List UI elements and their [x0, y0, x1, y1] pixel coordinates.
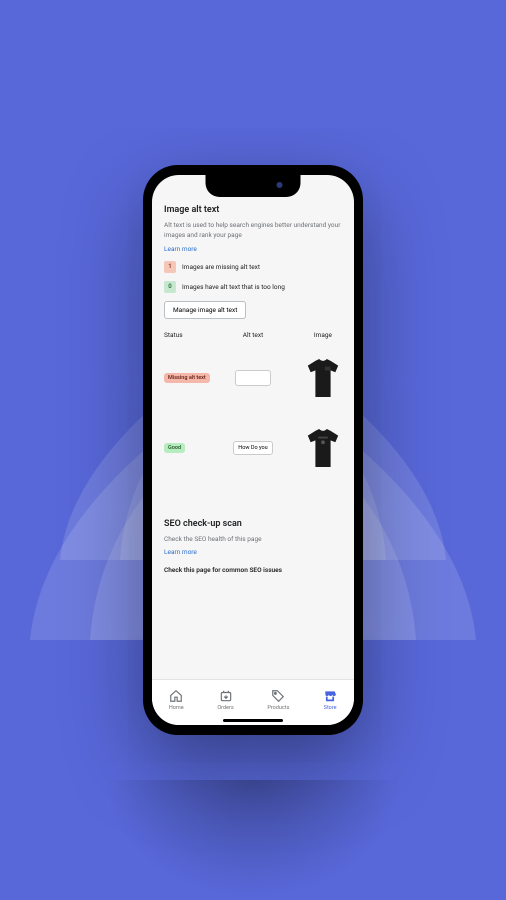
tab-products[interactable]: Products — [267, 689, 289, 711]
table-header: Status Alt text Image — [164, 331, 342, 343]
col-image: Image — [283, 331, 342, 339]
products-icon — [271, 689, 285, 703]
alert-text: Images are missing alt text — [182, 263, 260, 271]
tab-label: Products — [267, 705, 289, 711]
tab-label: Home — [169, 705, 184, 711]
tab-label: Store — [324, 705, 337, 711]
alt-text-table: Status Alt text Image Missing alt text — [164, 331, 342, 483]
alt-text-input[interactable] — [235, 370, 271, 386]
alt-text-learn-more-link[interactable]: Learn more — [164, 245, 342, 253]
tab-home[interactable]: Home — [169, 689, 184, 711]
alt-text-title: Image alt text — [164, 205, 342, 215]
orders-icon — [219, 689, 233, 703]
alert-too-long: 0 Images have alt text that is too long — [164, 281, 342, 293]
alert-text: Images have alt text that is too long — [182, 283, 285, 291]
alt-text-description: Alt text is used to help search engines … — [164, 221, 342, 241]
col-status: Status — [164, 331, 223, 339]
seo-learn-more-link[interactable]: Learn more — [164, 548, 342, 556]
phone-notch — [206, 175, 301, 197]
seo-section: SEO check-up scan Check the SEO health o… — [164, 503, 342, 575]
home-indicator — [223, 719, 283, 722]
store-icon — [323, 689, 337, 703]
tab-store[interactable]: Store — [323, 689, 337, 711]
alert-count-badge: 0 — [164, 281, 176, 293]
tab-orders[interactable]: Orders — [217, 689, 233, 711]
table-row: Missing alt text — [164, 343, 342, 413]
col-alt-text: Alt text — [224, 331, 283, 339]
phone-screen: Image alt text Alt text is used to help … — [152, 175, 354, 725]
screen-content: Image alt text Alt text is used to help … — [152, 175, 354, 679]
table-row: Good How Do you — [164, 413, 342, 483]
manage-alt-text-button[interactable]: Manage image alt text — [164, 301, 246, 319]
seo-description: Check the SEO health of this page — [164, 535, 342, 545]
seo-title: SEO check-up scan — [164, 519, 342, 529]
status-badge-good: Good — [164, 443, 185, 453]
product-image-thumbnail — [304, 427, 342, 469]
seo-check-text: Check this page for common SEO issues — [164, 566, 342, 574]
phone-reflection — [103, 780, 403, 900]
phone-frame: Image alt text Alt text is used to help … — [143, 165, 363, 735]
status-badge-missing: Missing alt text — [164, 373, 210, 383]
tab-label: Orders — [217, 705, 233, 711]
alert-missing: 1 Images are missing alt text — [164, 261, 342, 273]
alert-count-badge: 1 — [164, 261, 176, 273]
home-icon — [169, 689, 183, 703]
product-image-thumbnail — [304, 357, 342, 399]
alt-text-value-button[interactable]: How Do you — [233, 441, 272, 455]
